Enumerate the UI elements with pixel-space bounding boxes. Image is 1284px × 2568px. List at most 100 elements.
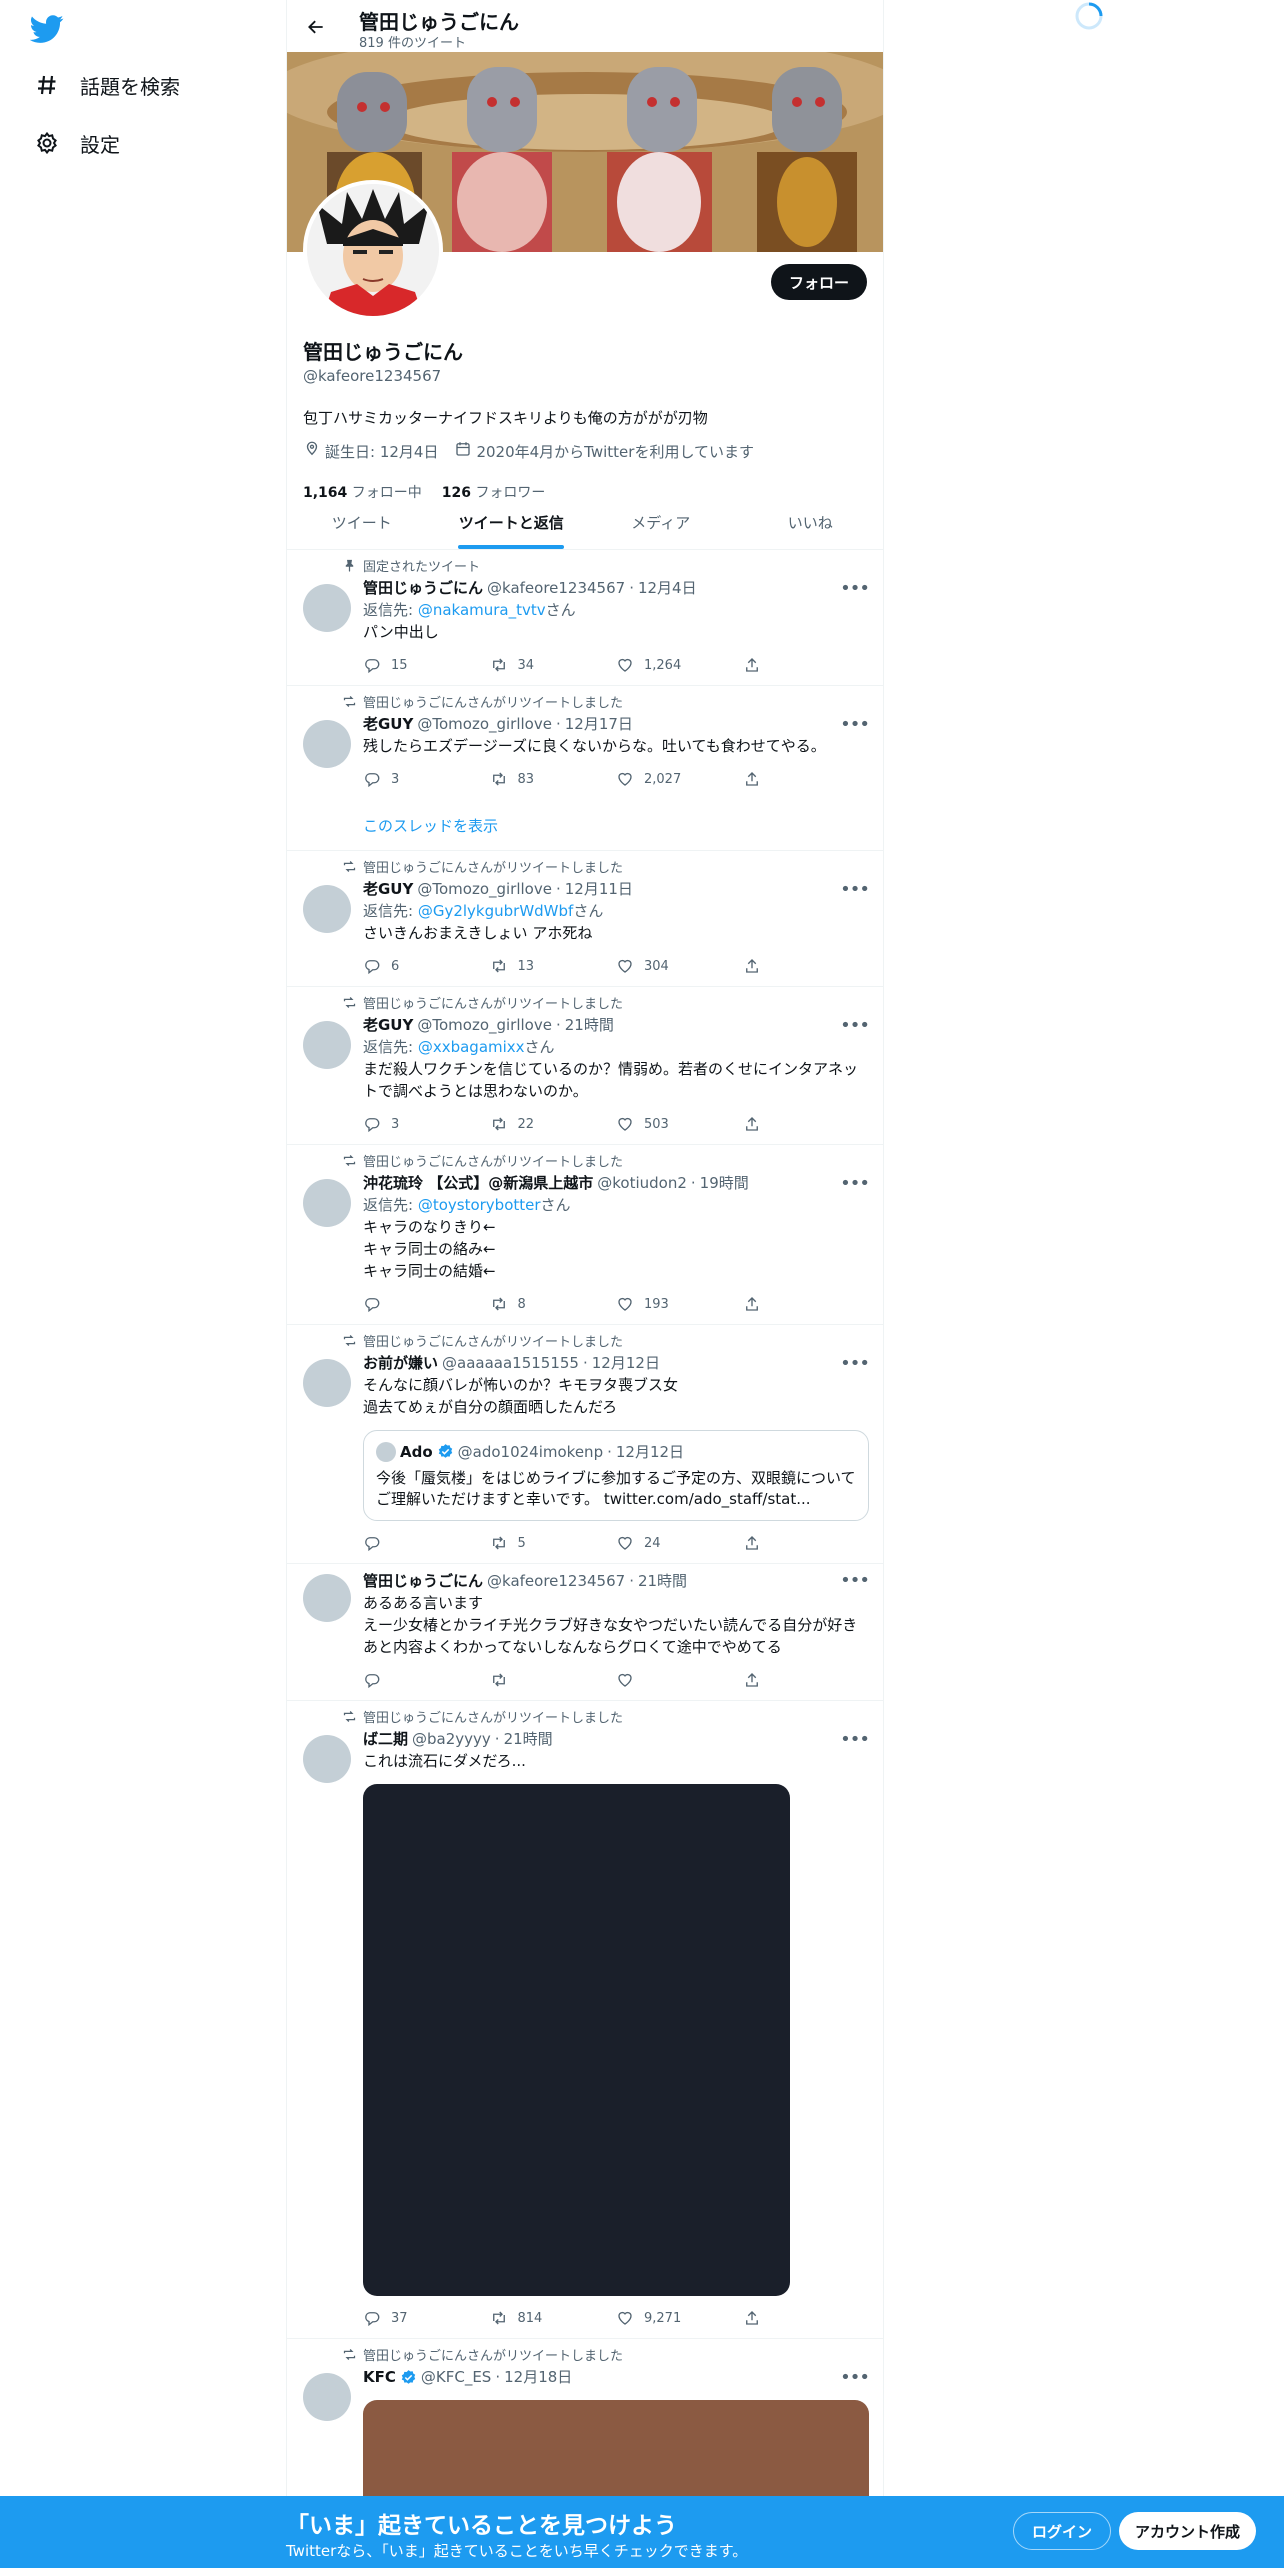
tweet-author-handle[interactable]: @kafeore1234567 xyxy=(487,577,625,599)
tweet-avatar[interactable] xyxy=(303,1359,351,1407)
more-options-icon[interactable]: ••• xyxy=(840,1570,870,1591)
tweet-author-name[interactable]: 管田じゅうごにん xyxy=(363,577,483,599)
tweet-author-name[interactable]: 管田じゅうごにん xyxy=(363,1570,483,1592)
login-button[interactable]: ログイン xyxy=(1013,2512,1112,2550)
tweet-author-handle[interactable]: @aaaaaa1515155 xyxy=(442,1352,579,1374)
more-options-icon[interactable]: ••• xyxy=(840,1729,870,1750)
reply-button[interactable]: 6 xyxy=(363,957,490,975)
tweet-time[interactable]: 12月18日 xyxy=(504,2366,572,2388)
more-options-icon[interactable]: ••• xyxy=(840,714,870,735)
tweet-author-handle[interactable]: @KFC_ES xyxy=(421,2366,491,2388)
tweet-time[interactable]: 12月12日 xyxy=(592,1352,660,1374)
like-button[interactable]: 2,027 xyxy=(616,770,743,788)
reply-to-link[interactable]: @toystorybotter xyxy=(418,1196,541,1214)
share-button[interactable] xyxy=(743,1671,870,1689)
tweet-author-name[interactable]: 沖花琉玲 【公式】@新潟県上越市 xyxy=(363,1172,593,1194)
tweet-avatar[interactable] xyxy=(303,1574,351,1622)
show-thread-link[interactable]: このスレッドを表示 xyxy=(363,815,869,836)
tweet-time[interactable]: 12月4日 xyxy=(638,577,697,599)
retweet-button[interactable] xyxy=(490,1671,617,1689)
reply-to-link[interactable]: @nakamura_tvtv xyxy=(418,601,546,619)
tweet-avatar[interactable] xyxy=(303,720,351,768)
tweet-author-name[interactable]: 老GUY xyxy=(363,713,413,735)
tweet-author-handle[interactable]: @Tomozo_girllove xyxy=(417,713,552,735)
share-button[interactable] xyxy=(743,1295,870,1313)
retweet-button[interactable]: 34 xyxy=(490,656,617,674)
tweet-avatar[interactable] xyxy=(303,1021,351,1069)
like-button[interactable] xyxy=(616,1671,743,1689)
share-button[interactable] xyxy=(743,1115,870,1133)
tweet[interactable]: 管田じゅうごにん @kafeore1234567 · 21時間 ••• あるある言います … xyxy=(287,1564,883,1701)
tweet-author-name[interactable]: お前が嫌い xyxy=(363,1352,438,1374)
like-button[interactable]: 193 xyxy=(616,1295,743,1313)
more-options-icon[interactable]: ••• xyxy=(840,2367,870,2388)
reply-to-link[interactable]: @Gy2lykgubrWdWbf xyxy=(418,902,573,920)
share-button[interactable] xyxy=(743,656,870,674)
tweet-time[interactable]: 12月17日 xyxy=(565,713,633,735)
tweet-author-handle[interactable]: @Tomozo_girllove xyxy=(417,878,552,900)
retweet-button[interactable]: 83 xyxy=(490,770,617,788)
tweet[interactable]: 管田じゅうごにんさんがリツイートしました お前が嫌い @aaaaaa1515155 ·… xyxy=(287,1325,883,1564)
back-arrow-icon[interactable] xyxy=(301,12,331,42)
nav-explore[interactable]: 話題を検索 xyxy=(32,70,180,100)
reply-to-link[interactable]: @xxbagamixx xyxy=(418,1038,525,1056)
tweet-time[interactable]: 12月11日 xyxy=(565,878,633,900)
more-options-icon[interactable]: ••• xyxy=(840,1173,870,1194)
tweet-media-image[interactable] xyxy=(363,1784,790,2296)
tweet-author-name[interactable]: 老GUY xyxy=(363,1014,413,1036)
reply-button[interactable] xyxy=(363,1671,490,1689)
like-button[interactable]: 24 xyxy=(616,1534,743,1552)
tweet-avatar[interactable] xyxy=(303,2373,351,2421)
tweet-author-handle[interactable]: @ba2yyyy xyxy=(412,1728,491,1750)
follow-button[interactable]: フォロー xyxy=(770,264,867,300)
tweet-time[interactable]: 21時間 xyxy=(565,1014,614,1036)
reply-button[interactable]: 3 xyxy=(363,1115,490,1133)
like-button[interactable]: 1,264 xyxy=(616,656,743,674)
tweet[interactable]: 管田じゅうごにんさんがリツイートしました 老GUY @Tomozo_girllove… xyxy=(287,851,883,987)
tweet-avatar[interactable] xyxy=(303,1179,351,1227)
reply-button[interactable]: 37 xyxy=(363,2309,490,2327)
reply-button[interactable]: 15 xyxy=(363,656,490,674)
quoted-tweet[interactable]: Ado @ado1024imokenp · 12月12日 今後「蜃気楼」をはじめライブに… xyxy=(363,1430,869,1521)
share-button[interactable] xyxy=(743,1534,870,1552)
tweet[interactable]: 管田じゅうごにんさんがリツイートしました 老GUY @Tomozo_girllove… xyxy=(287,987,883,1145)
tweet-author-handle[interactable]: @Tomozo_girllove xyxy=(417,1014,552,1036)
tab-likes[interactable]: いいね xyxy=(736,496,884,549)
like-button[interactable]: 9,271 xyxy=(616,2309,743,2327)
signup-button[interactable]: アカウント作成 xyxy=(1119,2512,1257,2550)
share-button[interactable] xyxy=(743,770,870,788)
tweet[interactable]: 管田じゅうごにんさんがリツイートしました ば二期 @ba2yyyy · 21時間 ••• こ… xyxy=(287,1701,883,2339)
retweet-button[interactable]: 13 xyxy=(490,957,617,975)
retweet-button[interactable]: 22 xyxy=(490,1115,617,1133)
tweet-avatar[interactable] xyxy=(303,1735,351,1783)
tweet[interactable]: 固定されたツイート 管田じゅうごにん @kafeore1234567 · 12月4日 ••… xyxy=(287,550,883,686)
tweet-author-handle[interactable]: @kotiudon2 xyxy=(597,1172,687,1194)
tweet-author-name[interactable]: 老GUY xyxy=(363,878,413,900)
more-options-icon[interactable]: ••• xyxy=(840,1353,870,1374)
tweet-time[interactable]: 21時間 xyxy=(638,1570,687,1592)
retweet-button[interactable]: 8 xyxy=(490,1295,617,1313)
tweet-time[interactable]: 19時間 xyxy=(700,1172,749,1194)
twitter-bird-icon[interactable] xyxy=(29,12,66,48)
tweet[interactable]: 管田じゅうごにんさんがリツイートしました 沖花琉玲 【公式】@新潟県上越市 @kot… xyxy=(287,1145,883,1325)
tweet-avatar[interactable] xyxy=(303,584,351,632)
retweet-button[interactable]: 814 xyxy=(490,2309,617,2327)
tweet-author-name[interactable]: KFC xyxy=(363,2366,396,2388)
tweet-author-handle[interactable]: @kafeore1234567 xyxy=(487,1570,625,1592)
share-button[interactable] xyxy=(743,2309,870,2327)
like-button[interactable]: 304 xyxy=(616,957,743,975)
share-button[interactable] xyxy=(743,957,870,975)
more-options-icon[interactable]: ••• xyxy=(840,879,870,900)
like-button[interactable]: 503 xyxy=(616,1115,743,1133)
tweet[interactable]: 管田じゅうごにんさんがリツイートしました 老GUY @Tomozo_girllove… xyxy=(287,686,883,851)
reply-button[interactable] xyxy=(363,1295,490,1313)
tweet-time[interactable]: 21時間 xyxy=(504,1728,553,1750)
tab-tweets-and-replies[interactable]: ツイートと返信 xyxy=(437,496,587,549)
tab-media[interactable]: メディア xyxy=(586,496,736,549)
tweet-author-name[interactable]: ば二期 xyxy=(363,1728,408,1750)
retweet-button[interactable]: 5 xyxy=(490,1534,617,1552)
tweet-avatar[interactable] xyxy=(303,885,351,933)
more-options-icon[interactable]: ••• xyxy=(840,1015,870,1036)
reply-button[interactable]: 3 xyxy=(363,770,490,788)
reply-button[interactable] xyxy=(363,1534,490,1552)
